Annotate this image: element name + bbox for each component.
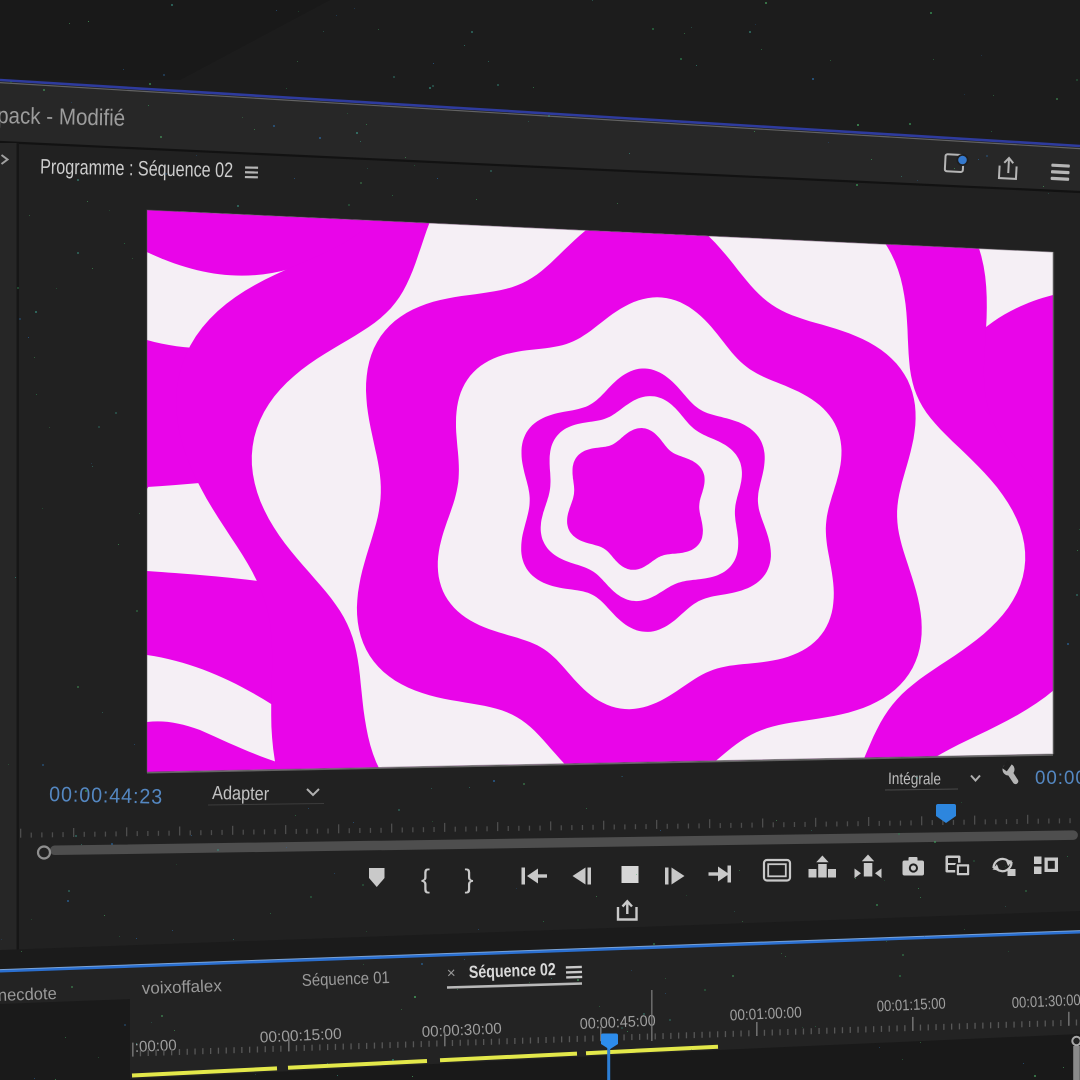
- svg-text:00:00:: 00:00:: [1035, 768, 1080, 789]
- svg-text:00:00:45:00: 00:00:45:00: [579, 1013, 656, 1033]
- svg-text:necdote: necdote: [0, 984, 57, 1005]
- svg-text:Programme : Séquence 02: Programme : Séquence 02: [40, 156, 233, 183]
- svg-text:pack - Modifié: pack - Modifié: [0, 102, 125, 131]
- svg-text:00:01:15:00: 00:01:15:00: [876, 995, 946, 1015]
- svg-text:{: {: [421, 864, 430, 894]
- svg-text:voixoffalex: voixoffalex: [141, 976, 222, 998]
- svg-text:00:00:44:23: 00:00:44:23: [49, 783, 164, 809]
- svg-text:00:00:30:00: 00:00:30:00: [421, 1020, 502, 1041]
- svg-text:}: }: [465, 864, 474, 894]
- svg-text:00:01:00:00: 00:01:00:00: [729, 1004, 802, 1024]
- svg-text:Séquence 02: Séquence 02: [468, 959, 556, 982]
- svg-text:×: ×: [447, 965, 456, 982]
- svg-text:Intégrale: Intégrale: [888, 770, 941, 788]
- svg-text:00:01:30:00: 00:01:30:00: [1011, 992, 1080, 1012]
- svg-text:Adapter: Adapter: [212, 783, 270, 805]
- svg-text:Séquence 01: Séquence 01: [301, 968, 390, 990]
